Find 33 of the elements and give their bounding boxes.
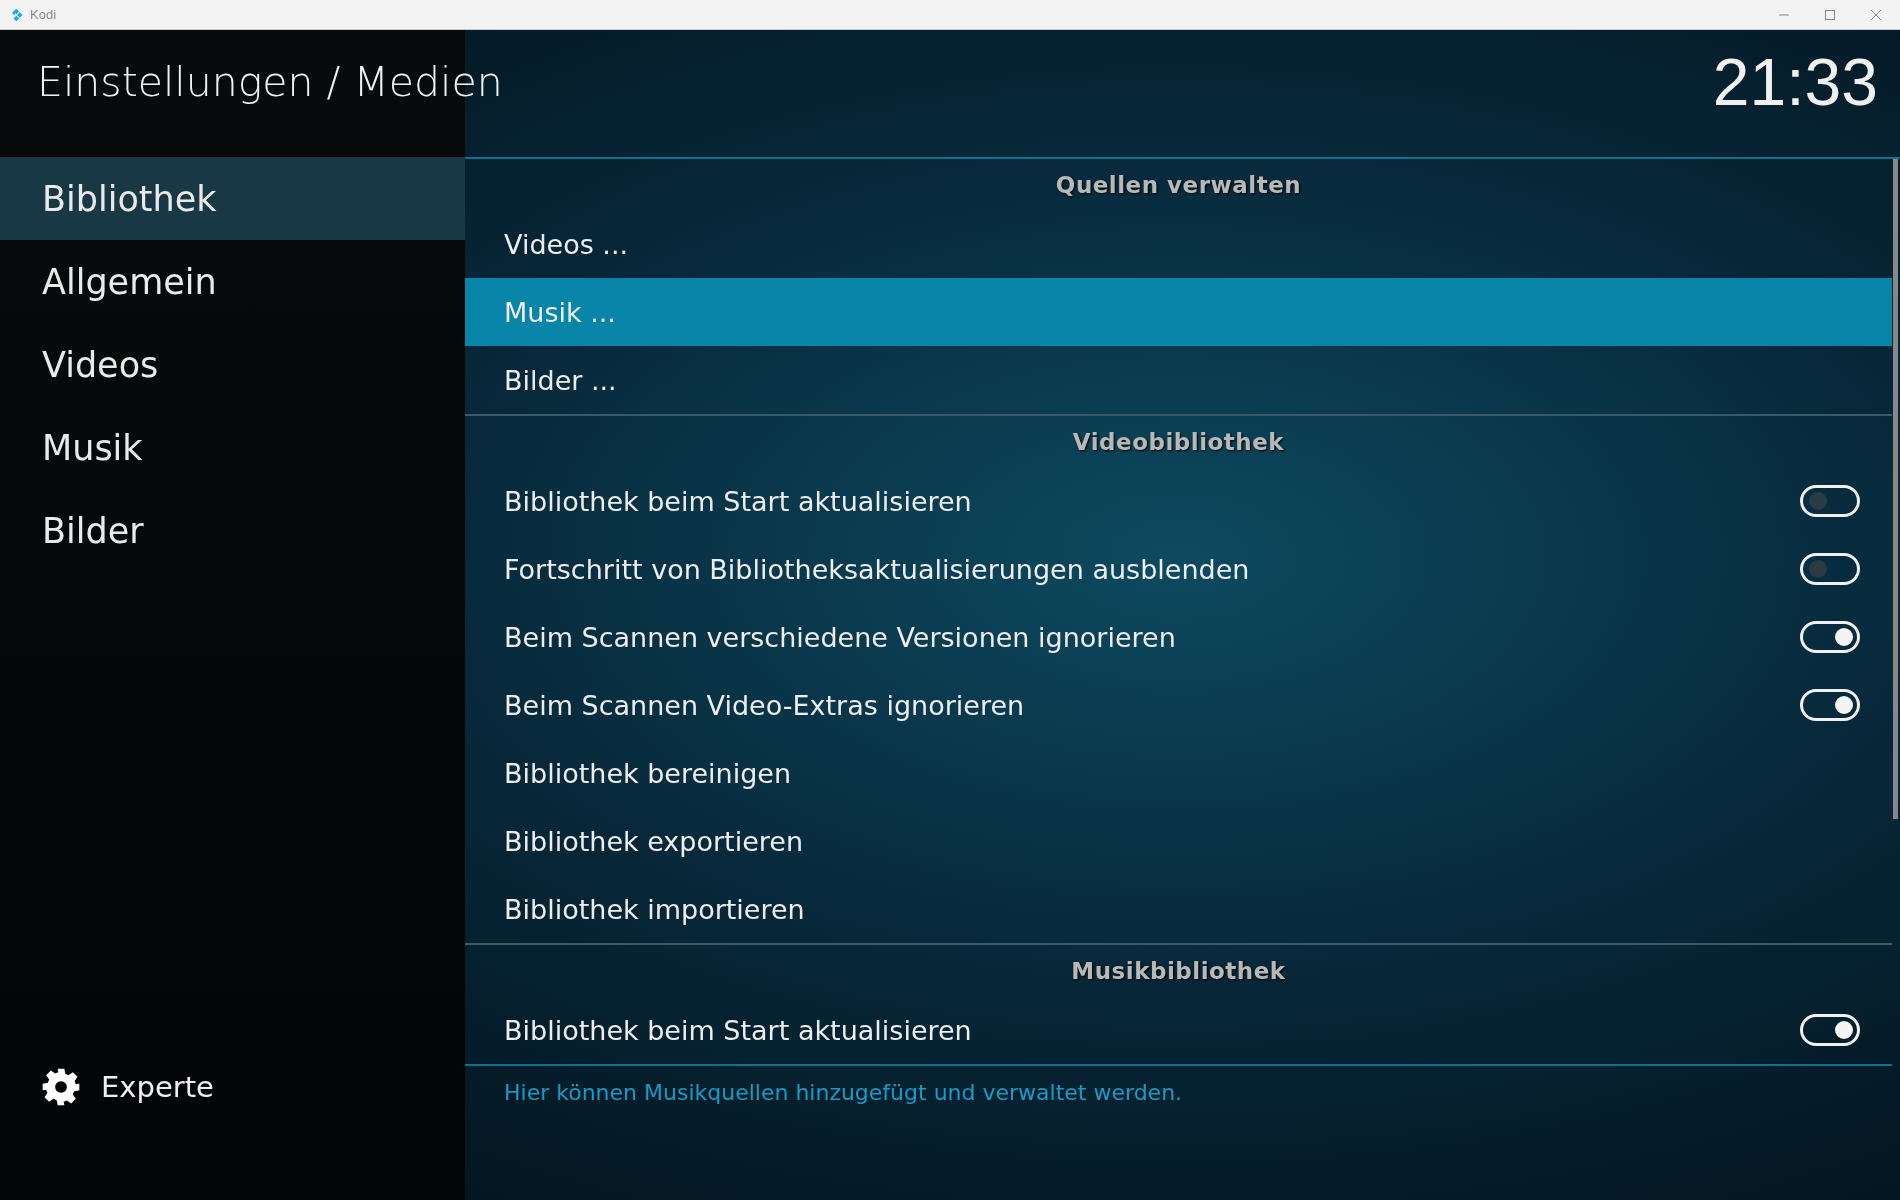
toggle-switch[interactable]	[1800, 621, 1860, 653]
toggle-switch[interactable]	[1800, 1014, 1860, 1046]
maximize-icon[interactable]	[1824, 8, 1836, 21]
sidebar-item[interactable]: Musik	[0, 406, 465, 489]
setting-row[interactable]: Bibliothek importieren	[465, 875, 1892, 943]
help-text: Hier können Musikquellen hinzugefügt und verwaltet werden.	[503, 1079, 1184, 1107]
kodi-logo-icon	[10, 7, 24, 22]
setting-row[interactable]: Bibliothek exportieren	[465, 807, 1892, 875]
window-title: Kodi	[30, 7, 57, 22]
setting-row[interactable]: Bibliothek bereinigen	[465, 739, 1892, 807]
sidebar-item[interactable]: Allgemein	[0, 240, 465, 323]
setting-row[interactable]: Bilder ...	[465, 346, 1892, 414]
gear-icon[interactable]	[41, 1067, 81, 1107]
sidebar-item[interactable]: Videos	[0, 323, 465, 406]
toggle-switch[interactable]	[1800, 553, 1860, 585]
clock: 21:33	[1712, 43, 1878, 120]
close-icon[interactable]	[1870, 8, 1882, 21]
setting-row[interactable]: Fortschritt von Bibliotheksaktualisierungen ausblenden	[465, 535, 1892, 603]
toggle-switch[interactable]	[1800, 689, 1860, 721]
section-heading: Quellen verwalten	[1054, 170, 1303, 200]
experte-link[interactable]: Experte	[101, 1070, 214, 1104]
setting-row[interactable]: Beim Scannen Video-Extras ignorieren	[465, 671, 1892, 739]
setting-row[interactable]: Musik ...	[465, 278, 1892, 346]
section-heading: Videobibliothek	[1071, 427, 1286, 457]
toggle-switch[interactable]	[1800, 485, 1860, 517]
setting-row[interactable]: Bibliothek beim Start aktualisieren	[465, 467, 1892, 535]
page-title: Einstellungen / Medien	[37, 57, 503, 106]
setting-row[interactable]: Videos ...	[465, 210, 1892, 278]
setting-row[interactable]: Beim Scannen verschiedene Versionen ignorieren	[465, 603, 1892, 671]
sidebar-item[interactable]: Bilder	[0, 489, 465, 572]
section-heading: Musikbibliothek	[1070, 956, 1287, 986]
sidebar-item[interactable]: Bibliothek	[0, 157, 465, 240]
setting-row[interactable]: Bibliothek beim Start aktualisieren	[465, 996, 1892, 1064]
